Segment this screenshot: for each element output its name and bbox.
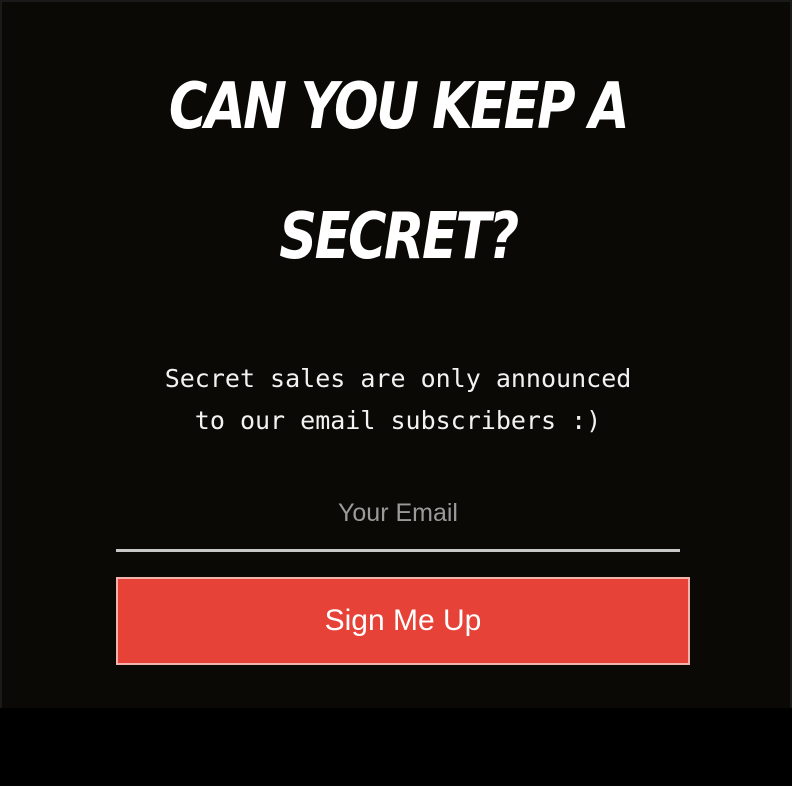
email-input[interactable] (116, 488, 680, 549)
headline-line-1: CAN YOU KEEP A (168, 70, 630, 144)
email-field-container (116, 488, 680, 552)
sign-up-button[interactable]: Sign Me Up (116, 577, 690, 665)
newsletter-popup: CAN YOU KEEP A SECRET? Secret sales are … (0, 0, 792, 786)
headline-line-2: SECRET? (279, 200, 519, 274)
description-line-2: to our email subscribers :) (194, 406, 602, 435)
popup-panel: CAN YOU KEEP A SECRET? Secret sales are … (0, 0, 792, 708)
description-line-1: Secret sales are only announced (164, 364, 632, 393)
popup-headline: CAN YOU KEEP A SECRET? (155, 42, 640, 302)
popup-description: Secret sales are only announced to our e… (98, 358, 698, 442)
